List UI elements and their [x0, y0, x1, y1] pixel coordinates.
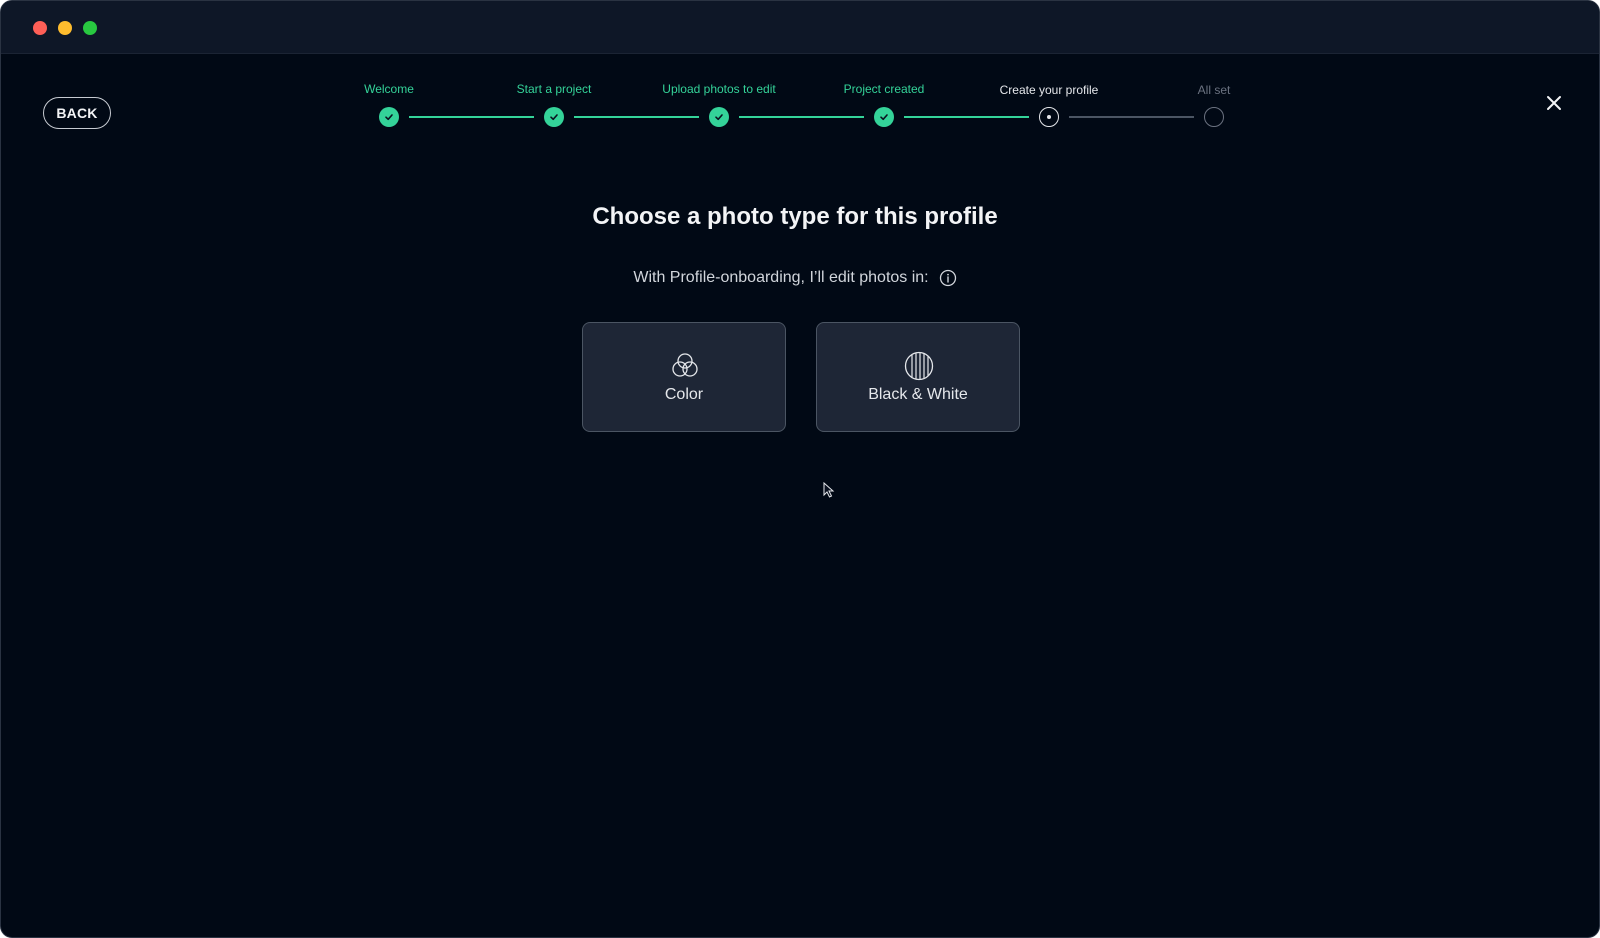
- black-white-option-label: Black & White: [868, 386, 968, 403]
- step-label-start-project: Start a project: [516, 82, 592, 96]
- step-check-icon: [544, 107, 564, 127]
- step-check-icon: [874, 107, 894, 127]
- page-title: Choose a photo type for this profile: [592, 203, 998, 230]
- step-label-project-created: Project created: [843, 82, 925, 96]
- step-connector: [904, 116, 1029, 118]
- step-check-icon: [379, 107, 399, 127]
- step-label-upload-photos: Upload photos to edit: [662, 82, 776, 96]
- step-check-icon: [709, 107, 729, 127]
- color-circles-icon: [672, 353, 698, 377]
- step-connector: [574, 116, 699, 118]
- step-label-welcome: Welcome: [364, 82, 414, 96]
- step-label-create-profile: Create your profile: [999, 83, 1099, 97]
- info-icon[interactable]: [939, 269, 957, 287]
- black-white-icon: [904, 351, 934, 381]
- mouse-cursor-icon: [823, 482, 835, 498]
- progress-stepper: Welcome Start a project Upload photos to…: [1, 1, 1599, 141]
- step-label-all-set: All set: [1197, 83, 1231, 97]
- step-connector: [1069, 116, 1194, 118]
- subtitle-row: With Profile-onboarding, I’ll edit photo…: [1, 269, 1589, 287]
- step-pending-icon: [1204, 107, 1224, 127]
- step-connector: [409, 116, 534, 118]
- color-option-button[interactable]: Color: [582, 322, 786, 432]
- app-window: BACK Welcome Start a project Upload phot…: [0, 0, 1600, 938]
- color-option-label: Color: [664, 386, 704, 403]
- subtitle-text: With Profile-onboarding, I’ll edit photo…: [633, 269, 929, 286]
- black-white-option-button[interactable]: Black & White: [816, 322, 1020, 432]
- step-connector: [739, 116, 864, 118]
- step-current-icon: [1039, 107, 1059, 127]
